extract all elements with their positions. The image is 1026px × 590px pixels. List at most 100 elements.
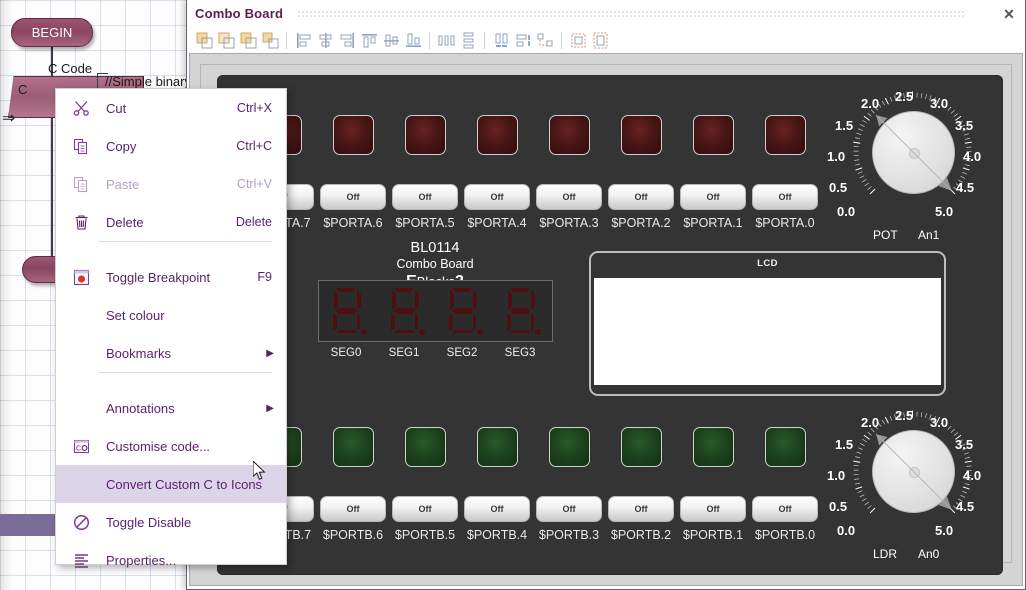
menu-item-properties[interactable]: Properties... (56, 541, 286, 579)
menu-item-customise-code[interactable]: C Customise code... (56, 427, 286, 465)
switch-portb-6[interactable]: Off (320, 496, 386, 522)
label-portb-6: $PORTB.6 (322, 528, 384, 542)
label-porta-2: $PORTA.2 (611, 216, 671, 230)
flow-comment: //Simple binary (105, 74, 191, 89)
align-right-icon[interactable] (336, 30, 358, 52)
align-center-icon[interactable] (314, 30, 336, 52)
window-body: Off Off Off Off Off Off Off Off $PORTA.7… (189, 53, 1023, 586)
bring-forward-icon[interactable] (237, 30, 259, 52)
window-drag-gripper[interactable] (297, 10, 965, 19)
close-icon[interactable]: ✕ (1001, 6, 1017, 22)
align-left-icon[interactable] (292, 30, 314, 52)
switch-porta-3[interactable]: Off (536, 184, 602, 210)
size-to-width-icon[interactable] (567, 30, 589, 52)
menu-item-toggle-breakpoint[interactable]: Toggle Breakpoint F9 (56, 258, 286, 296)
menu-item-copy[interactable]: Copy Ctrl+C (56, 127, 286, 165)
align-bottom-icon[interactable] (402, 30, 424, 52)
toolbar-separator (286, 32, 287, 49)
led-porta-0[interactable] (765, 115, 806, 155)
menu-item-bookmarks[interactable]: Bookmarks ▶ (56, 334, 286, 372)
switch-porta-6[interactable]: Off (320, 184, 386, 210)
led-portb-4[interactable] (477, 427, 518, 467)
led-porta-4[interactable] (477, 115, 518, 155)
align-middle-icon[interactable] (380, 30, 402, 52)
lcd-screen (594, 278, 941, 385)
led-portb-5[interactable] (405, 427, 446, 467)
switch-state-label: Off (490, 192, 504, 202)
switch-state-label: Off (418, 504, 432, 514)
dial-pot-tick-2.5: 2.5 (895, 89, 914, 104)
switch-porta-2[interactable]: Off (608, 184, 674, 210)
dial-pot-needle[interactable] (859, 98, 967, 206)
dial-pot[interactable]: 0.0 0.5 1.0 1.5 2.0 2.5 3.0 3.5 4.0 4.5 … (825, 87, 1000, 247)
led-porta-2[interactable] (621, 115, 662, 155)
led-porta-1[interactable] (693, 115, 734, 155)
menu-item-toggle-disable[interactable]: Toggle Disable (56, 503, 286, 541)
led-portb-0[interactable] (765, 427, 806, 467)
center-horizontally-icon[interactable] (490, 30, 512, 52)
switch-state-label: Off (778, 192, 792, 202)
menu-item-delete[interactable]: Delete Delete (56, 203, 286, 241)
seven-segment-digit-1 (387, 286, 425, 338)
dial-ldr-tick-2.5: 2.5 (895, 408, 914, 423)
switch-porta-4[interactable]: Off (464, 184, 530, 210)
menu-item-convert-custom-c-to-icons[interactable]: Convert Custom C to Icons (56, 465, 286, 503)
distribute-vertical-icon[interactable] (457, 30, 479, 52)
switch-porta-1[interactable]: Off (680, 184, 746, 210)
canvas-left-shadow (0, 0, 12, 590)
center-vertically-icon[interactable] (512, 30, 534, 52)
send-backward-icon[interactable] (259, 30, 281, 52)
label-porta-5: $PORTA.5 (395, 216, 455, 230)
bring-to-front-icon[interactable] (193, 30, 215, 52)
dial-ldr-needle[interactable] (859, 417, 967, 525)
board-model: BL0114 (410, 240, 460, 256)
led-portb-1[interactable] (693, 427, 734, 467)
dial-ldr[interactable]: 0.0 0.5 1.0 1.5 2.0 2.5 3.0 3.5 4.0 4.5 … (825, 406, 1000, 566)
dial-ldr-tick-4.5: 4.5 (956, 499, 975, 514)
dial-pot-component-label: POT (873, 228, 898, 242)
window-titlebar[interactable]: Combo Board ✕ (187, 0, 1025, 28)
switch-portb-1[interactable]: Off (680, 496, 746, 522)
menu-item-cut[interactable]: Cut Ctrl+X (56, 89, 286, 127)
disable-icon (56, 514, 106, 531)
distribute-horizontal-icon[interactable] (435, 30, 457, 52)
switch-portb-2[interactable]: Off (608, 496, 674, 522)
switch-porta-5[interactable]: Off (392, 184, 458, 210)
dial-pot-tick-0.0: 0.0 (837, 204, 856, 219)
dial-pot-tick-3.0: 3.0 (930, 96, 949, 111)
copy-icon (56, 138, 106, 155)
led-portb-6[interactable] (333, 427, 374, 467)
dial-ldr-tick-0.5: 0.5 (829, 499, 848, 514)
switch-portb-5[interactable]: Off (392, 496, 458, 522)
switch-state-label: Off (562, 504, 576, 514)
lcd-caption: LCD (757, 258, 778, 269)
menu-item-label: Customise code... (106, 438, 211, 454)
led-portb-2[interactable] (621, 427, 662, 467)
align-top-icon[interactable] (358, 30, 380, 52)
window-title: Combo Board (195, 6, 284, 21)
led-portb-3[interactable] (549, 427, 590, 467)
switch-state-label: Off (778, 504, 792, 514)
dial-ldr-tick-3.0: 3.0 (930, 415, 949, 430)
label-portb-0: $PORTB.0 (754, 528, 816, 542)
menu-item-set-colour[interactable]: Set colour (56, 296, 286, 334)
send-to-back-icon[interactable] (215, 30, 237, 52)
led-porta-6[interactable] (333, 115, 374, 155)
space-evenly-icon[interactable] (534, 30, 556, 52)
switch-portb-0[interactable]: Off (752, 496, 818, 522)
led-porta-5[interactable] (405, 115, 446, 155)
dial-ldr-tick-3.5: 3.5 (955, 437, 974, 452)
size-to-height-icon[interactable] (589, 30, 611, 52)
menu-item-annotations[interactable]: Annotations ▶ (56, 389, 286, 427)
switch-state-label: Off (490, 504, 504, 514)
dial-pot-channel-label: An1 (918, 228, 940, 242)
lcd-display[interactable]: LCD (589, 251, 946, 396)
flow-begin-block[interactable]: BEGIN (11, 18, 93, 47)
switch-portb-4[interactable]: Off (464, 496, 530, 522)
menu-item-label: Copy (106, 138, 137, 154)
led-porta-3[interactable] (549, 115, 590, 155)
menu-item-paste[interactable]: Paste Ctrl+V (56, 165, 286, 203)
switch-portb-3[interactable]: Off (536, 496, 602, 522)
switch-porta-0[interactable]: Off (752, 184, 818, 210)
switch-state-label: Off (562, 192, 576, 202)
